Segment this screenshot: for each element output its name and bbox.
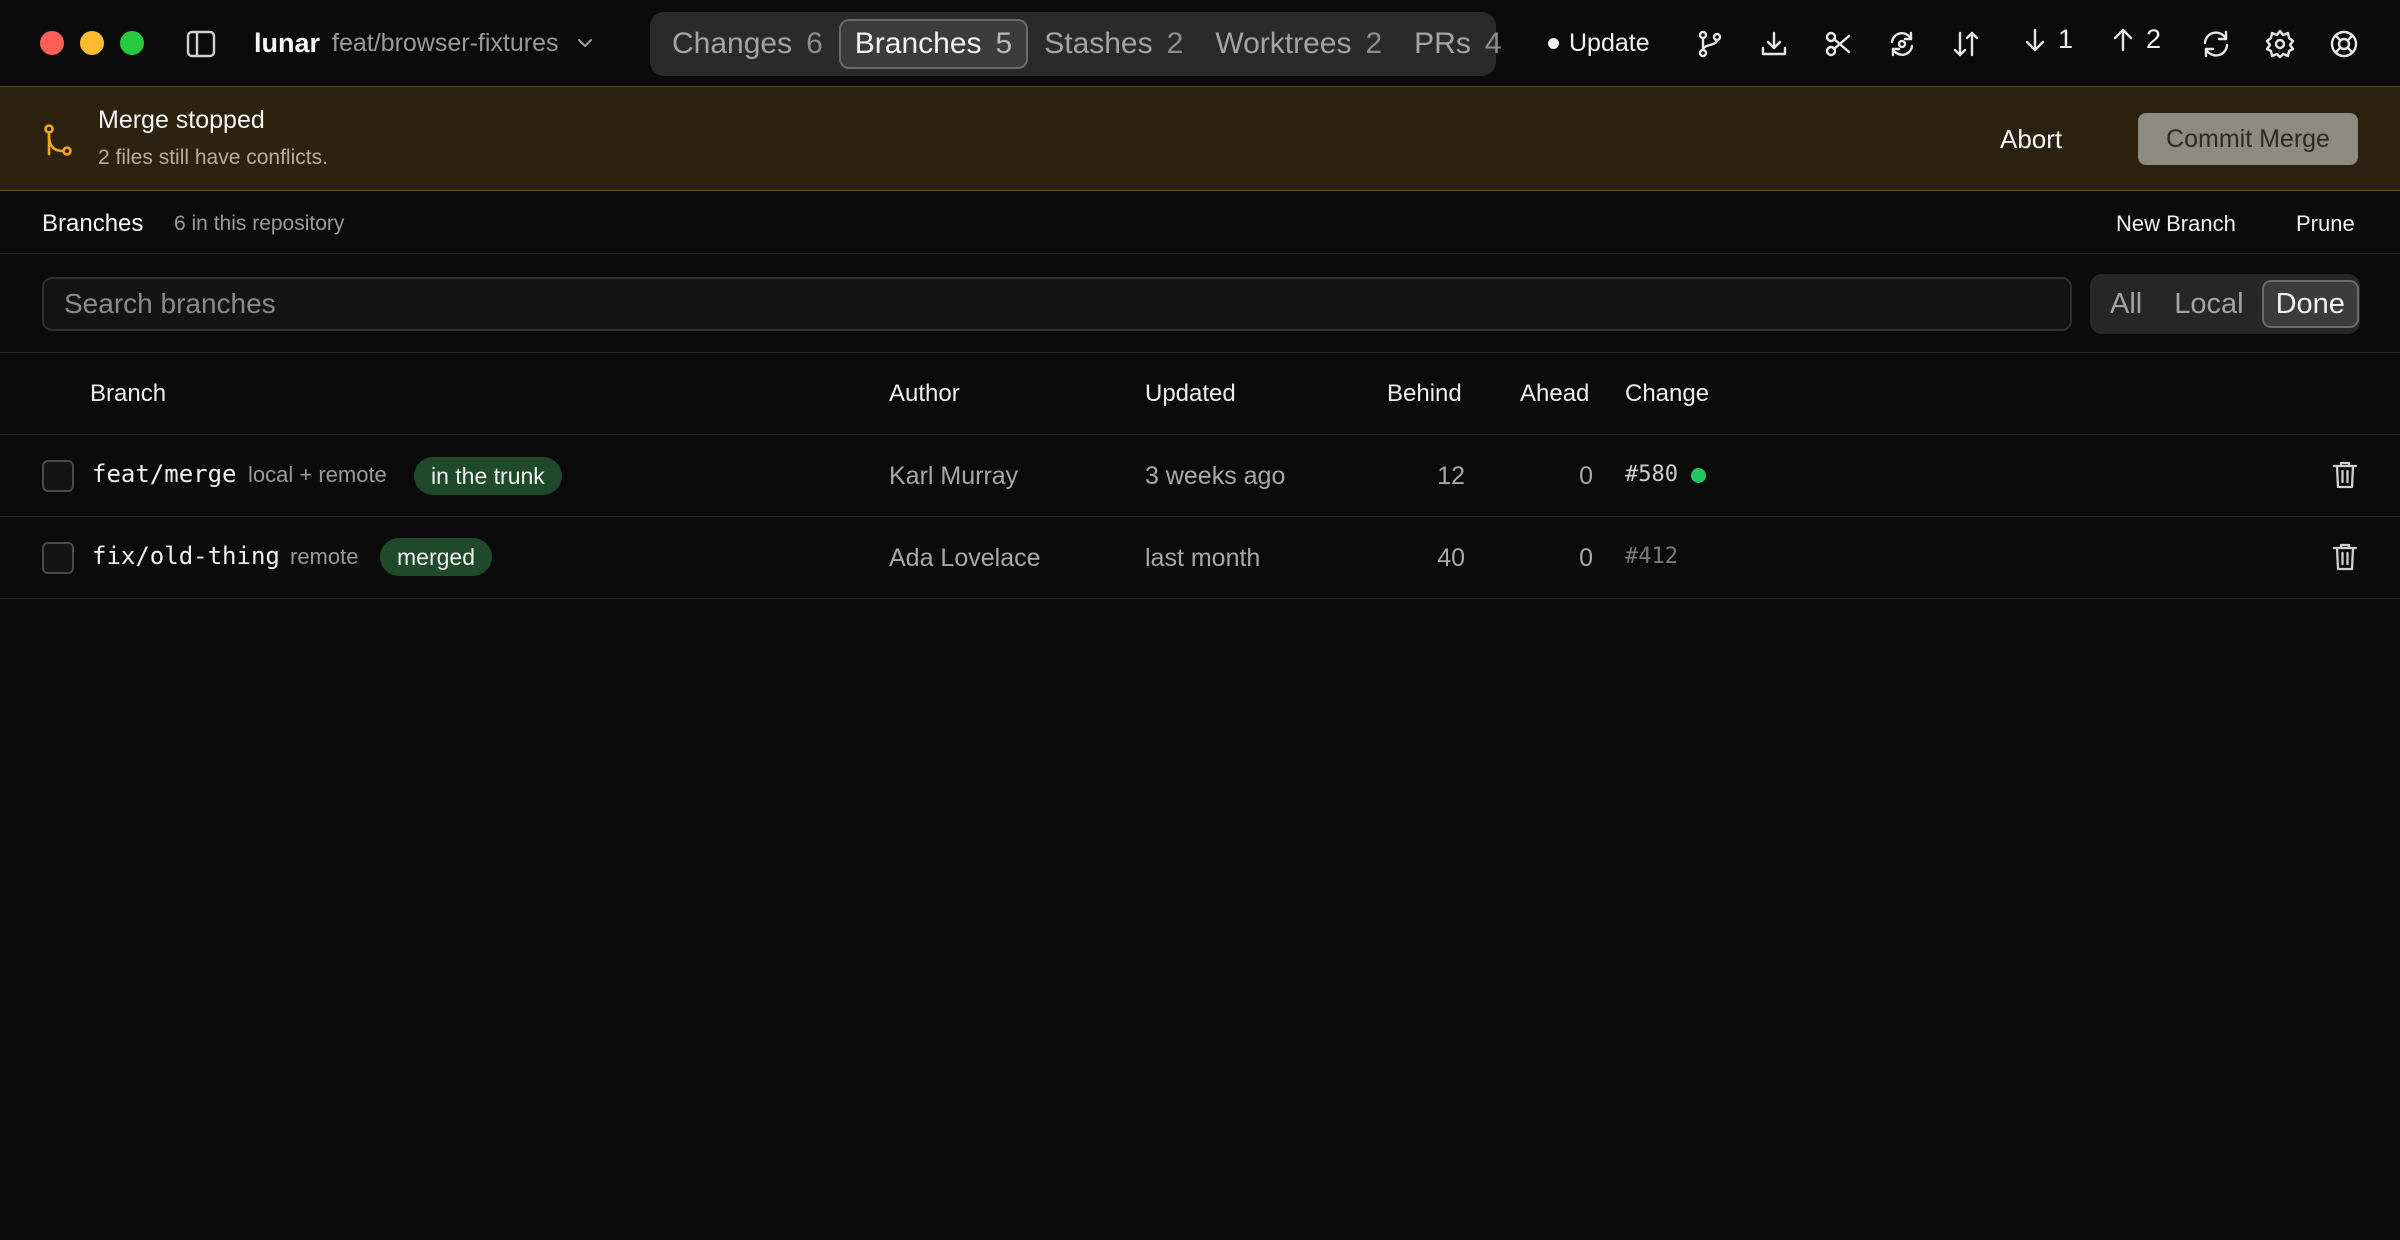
tab-count: 2 [1166, 27, 1184, 60]
divider [0, 352, 2400, 353]
tab-worktrees[interactable]: Worktrees 2 [1199, 19, 1398, 69]
current-branch-label: feat/browser-fixtures [332, 28, 559, 57]
filter-done[interactable]: Done [2261, 280, 2359, 328]
swap-arrows-icon[interactable] [1950, 28, 1982, 60]
prune-button[interactable]: Prune [2296, 211, 2355, 237]
update-status-dot [1548, 37, 1559, 49]
branch-name: fix/old-thing [92, 542, 280, 570]
tab-prs[interactable]: PRs 4 [1398, 19, 1517, 69]
arrow-up-icon [2113, 28, 2133, 51]
branch-count: 6 in this repository [174, 212, 345, 235]
tab-branches[interactable]: Branches 5 [838, 19, 1029, 69]
pull-count[interactable]: 1 [2022, 24, 2073, 55]
abort-merge-button[interactable]: Abort [2000, 120, 2062, 158]
tab-count: 2 [1365, 27, 1383, 60]
chevron-down-icon [574, 32, 596, 54]
trash-icon[interactable] [2330, 541, 2360, 573]
banner-title: Merge stopped [98, 106, 265, 134]
column-ahead[interactable]: Ahead [1520, 380, 1589, 408]
push-count-label: 2 [2146, 24, 2162, 54]
section-title: Branches [42, 210, 144, 237]
change-link[interactable]: #580 [1625, 462, 1678, 487]
scissors-icon[interactable] [1822, 28, 1854, 60]
behind-cell: 12 [1437, 462, 1465, 490]
merge-icon [42, 122, 74, 158]
push-count[interactable]: 2 [2110, 24, 2161, 55]
branch-location: remote [290, 544, 359, 569]
column-updated[interactable]: Updated [1145, 380, 1236, 408]
tab-label: Branches [854, 27, 982, 60]
status-badge: merged [380, 538, 492, 576]
behind-cell: 40 [1437, 544, 1465, 572]
change-link[interactable]: #412 [1625, 544, 1678, 569]
trash-icon[interactable] [2330, 459, 2360, 491]
branch-fork-icon[interactable] [1694, 28, 1726, 60]
tab-count: 5 [995, 27, 1013, 60]
column-branch[interactable]: Branch [90, 380, 166, 408]
ahead-cell: 0 [1579, 544, 1593, 572]
tab-count: 4 [1484, 27, 1502, 60]
tab-count: 6 [806, 27, 823, 60]
branch-filter: All Local Done [2090, 274, 2360, 334]
author-cell: Ada Lovelace [889, 544, 1041, 572]
filter-local[interactable]: Local [2160, 280, 2257, 328]
updated-cell: last month [1145, 544, 1261, 572]
commit-merge-button[interactable]: Commit Merge [2138, 113, 2358, 165]
column-change[interactable]: Change [1625, 380, 1709, 408]
refresh-history-icon[interactable] [1886, 28, 1918, 60]
help-lifebuoy-icon[interactable] [2328, 28, 2360, 60]
tab-label: PRs [1414, 27, 1471, 60]
pull-count-label: 1 [2058, 24, 2074, 54]
branch-name: feat/merge [92, 460, 237, 488]
repo-name: lunar [254, 27, 321, 58]
row-checkbox[interactable] [42, 460, 74, 492]
status-badge: in the trunk [414, 457, 562, 495]
view-tabs: Changes 6 Branches 5 Stashes 2 Worktrees… [650, 12, 1502, 76]
tab-label: Stashes [1044, 27, 1153, 60]
tab-changes[interactable]: Changes 6 [656, 19, 839, 69]
branches-header [0, 192, 2400, 254]
branch-location: local + remote [248, 462, 387, 487]
tab-stashes[interactable]: Stashes 2 [1028, 19, 1199, 69]
updated-cell: 3 weeks ago [1145, 462, 1286, 490]
search-input[interactable]: Search branches [42, 277, 2072, 331]
repo-selector[interactable]: lunar feat/browser-fixtures [254, 26, 596, 60]
sync-icon[interactable] [2200, 28, 2232, 60]
banner-subtitle: 2 files still have conflicts. [98, 146, 328, 169]
column-behind[interactable]: Behind [1387, 380, 1462, 408]
row-checkbox[interactable] [42, 542, 74, 574]
download-icon[interactable] [1758, 28, 1790, 60]
column-author[interactable]: Author [889, 380, 960, 408]
sidebar-toggle-icon[interactable] [186, 30, 216, 58]
new-branch-button[interactable]: New Branch [2116, 211, 2236, 237]
arrow-down-icon [2025, 28, 2045, 51]
update-button[interactable]: Update [1548, 20, 1650, 66]
gear-icon[interactable] [2264, 28, 2296, 60]
update-label: Update [1569, 28, 1650, 57]
change-status-dot [1691, 468, 1706, 483]
tab-label: Worktrees [1215, 27, 1352, 60]
ahead-cell: 0 [1579, 462, 1593, 490]
author-cell: Karl Murray [889, 462, 1019, 490]
maximize-window-button[interactable] [120, 31, 144, 55]
close-window-button[interactable] [40, 31, 64, 55]
tab-label: Changes [672, 27, 793, 60]
filter-all[interactable]: All [2096, 280, 2156, 328]
minimize-window-button[interactable] [80, 31, 104, 55]
search-placeholder: Search branches [64, 288, 276, 319]
